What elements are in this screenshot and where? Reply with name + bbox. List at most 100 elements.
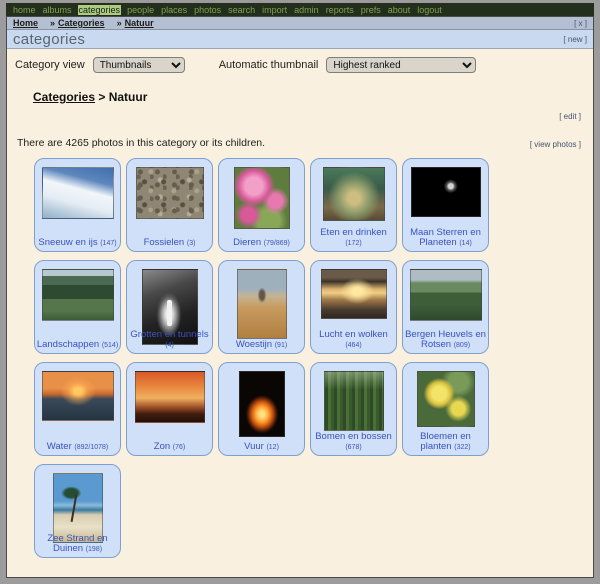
- category-label[interactable]: Maan Sterren en Planeten (14): [404, 228, 487, 249]
- category-label[interactable]: Bergen Heuvels en Rotsen (809): [404, 330, 487, 351]
- category-card[interactable]: Grotten en tunnels (4): [126, 260, 213, 354]
- category-label[interactable]: Sneeuw en ijs (147): [36, 238, 119, 249]
- category-card[interactable]: Sneeuw en ijs (147): [34, 158, 121, 252]
- category-thumbnail[interactable]: [135, 371, 205, 423]
- category-card[interactable]: Bomen en bossen (678): [310, 362, 397, 456]
- category-thumbnail[interactable]: [411, 167, 481, 217]
- category-thumbnail[interactable]: [323, 167, 385, 221]
- category-photo-count: (76): [173, 444, 185, 451]
- category-photo-count: (147): [100, 240, 116, 247]
- app-window: Home»Categories»Natuur [ x ] categories …: [6, 16, 594, 578]
- category-label[interactable]: Lucht en wolken (464): [312, 330, 395, 351]
- category-thumbnail[interactable]: [417, 371, 475, 427]
- category-label[interactable]: Woestijn (91): [220, 340, 303, 351]
- category-name: Dieren: [233, 237, 264, 248]
- category-thumbnail[interactable]: [239, 371, 285, 437]
- heading-separator: >: [95, 90, 109, 104]
- category-label[interactable]: Vuur (12): [220, 442, 303, 453]
- menu-item-places[interactable]: places: [160, 5, 188, 15]
- category-path-heading: Categories > Natuur: [33, 90, 585, 104]
- breadcrumb-link-categories[interactable]: Categories: [58, 18, 105, 28]
- breadcrumb: Home»Categories»Natuur [ x ]: [7, 17, 593, 30]
- category-card[interactable]: Bergen Heuvels en Rotsen (809): [402, 260, 489, 354]
- category-photo-count: (322): [454, 444, 470, 451]
- breadcrumb-separator: »: [117, 18, 122, 28]
- category-label[interactable]: Water (892/1078): [36, 442, 119, 453]
- category-name: Bergen Heuvels en Rotsen: [405, 329, 486, 351]
- category-label[interactable]: Dieren (79/869): [220, 238, 303, 249]
- menu-item-home[interactable]: home: [12, 5, 37, 15]
- category-view-label: Category view: [15, 59, 85, 71]
- category-name: Zon: [154, 441, 173, 452]
- category-photo-count: (892/1078): [74, 444, 108, 451]
- category-photo-count: (3): [187, 240, 196, 247]
- breadcrumb-separator: »: [50, 18, 55, 28]
- menu-item-categories[interactable]: categories: [78, 5, 122, 15]
- edit-link[interactable]: [ edit ]: [559, 112, 581, 121]
- category-photo-count: (809): [454, 342, 470, 349]
- category-thumbnail[interactable]: [42, 167, 114, 219]
- parent-category-link[interactable]: Categories: [33, 90, 95, 104]
- category-card[interactable]: Zee Strand en Duinen (198): [34, 464, 121, 558]
- category-label[interactable]: Zon (76): [128, 442, 211, 453]
- menu-item-about[interactable]: about: [387, 5, 412, 15]
- category-name: Water: [47, 441, 75, 452]
- category-label[interactable]: Grotten en tunnels (4): [128, 330, 211, 351]
- page-title: categories: [13, 31, 85, 48]
- category-thumbnail[interactable]: [136, 167, 204, 219]
- category-card[interactable]: Woestijn (91): [218, 260, 305, 354]
- category-name: Vuur: [244, 441, 266, 452]
- category-label[interactable]: Fossielen (3): [128, 238, 211, 249]
- category-label[interactable]: Bloemen en planten (322): [404, 432, 487, 453]
- category-card[interactable]: Landschappen (514): [34, 260, 121, 354]
- auto-thumbnail-label: Automatic thumbnail: [219, 59, 319, 71]
- main-content: Category view Thumbnails Automatic thumb…: [7, 49, 593, 577]
- category-card[interactable]: Maan Sterren en Planeten (14): [402, 158, 489, 252]
- menu-item-reports[interactable]: reports: [325, 5, 355, 15]
- category-card[interactable]: Water (892/1078): [34, 362, 121, 456]
- menu-item-logout[interactable]: logout: [416, 5, 443, 15]
- category-thumbnail[interactable]: [42, 371, 114, 421]
- category-name: Bomen en bossen: [315, 431, 392, 442]
- category-card[interactable]: Lucht en wolken (464): [310, 260, 397, 354]
- category-label[interactable]: Eten en drinken (172): [312, 228, 395, 249]
- category-name: Woestijn: [236, 339, 275, 350]
- category-card[interactable]: Fossielen (3): [126, 158, 213, 252]
- menu-item-search[interactable]: search: [227, 5, 256, 15]
- menu-item-albums[interactable]: albums: [42, 5, 73, 15]
- category-thumbnail[interactable]: [324, 371, 384, 431]
- breadcrumb-items: Home»Categories»Natuur: [13, 18, 154, 28]
- category-thumbnail[interactable]: [234, 167, 290, 229]
- breadcrumb-link-home[interactable]: Home: [13, 18, 38, 28]
- menu-item-admin[interactable]: admin: [293, 5, 320, 15]
- category-thumbnail[interactable]: [42, 269, 114, 321]
- category-label[interactable]: Landschappen (514): [36, 340, 119, 351]
- category-view-select[interactable]: Thumbnails: [93, 57, 185, 73]
- category-thumbnail[interactable]: [321, 269, 387, 319]
- category-photo-count: (678): [345, 444, 361, 451]
- auto-thumbnail-select[interactable]: Highest ranked: [326, 57, 476, 73]
- breadcrumb-close-link[interactable]: [ x ]: [574, 19, 587, 28]
- breadcrumb-link-natuur[interactable]: Natuur: [125, 18, 154, 28]
- category-name: Landschappen: [37, 339, 102, 350]
- category-card[interactable]: Zon (76): [126, 362, 213, 456]
- new-category-link[interactable]: [ new ]: [563, 35, 587, 44]
- category-label[interactable]: Bomen en bossen (678): [312, 432, 395, 453]
- category-name: Lucht en wolken: [319, 329, 388, 340]
- menu-item-people[interactable]: people: [126, 5, 155, 15]
- category-card[interactable]: Eten en drinken (172): [310, 158, 397, 252]
- menu-item-import[interactable]: import: [261, 5, 288, 15]
- category-name: Eten en drinken: [320, 227, 387, 238]
- category-thumbnail[interactable]: [410, 269, 482, 321]
- category-card[interactable]: Vuur (12): [218, 362, 305, 456]
- category-photo-count: (4): [165, 342, 174, 349]
- category-card[interactable]: Bloemen en planten (322): [402, 362, 489, 456]
- view-photos-link[interactable]: [ view photos ]: [530, 140, 585, 149]
- photo-count-text: There are 4265 photos in this category o…: [17, 137, 265, 149]
- category-photo-count: (514): [102, 342, 118, 349]
- category-card[interactable]: Dieren (79/869): [218, 158, 305, 252]
- category-thumbnail[interactable]: [237, 269, 287, 339]
- category-label[interactable]: Zee Strand en Duinen (198): [36, 534, 119, 555]
- menu-item-photos[interactable]: photos: [193, 5, 222, 15]
- menu-item-prefs[interactable]: prefs: [360, 5, 382, 15]
